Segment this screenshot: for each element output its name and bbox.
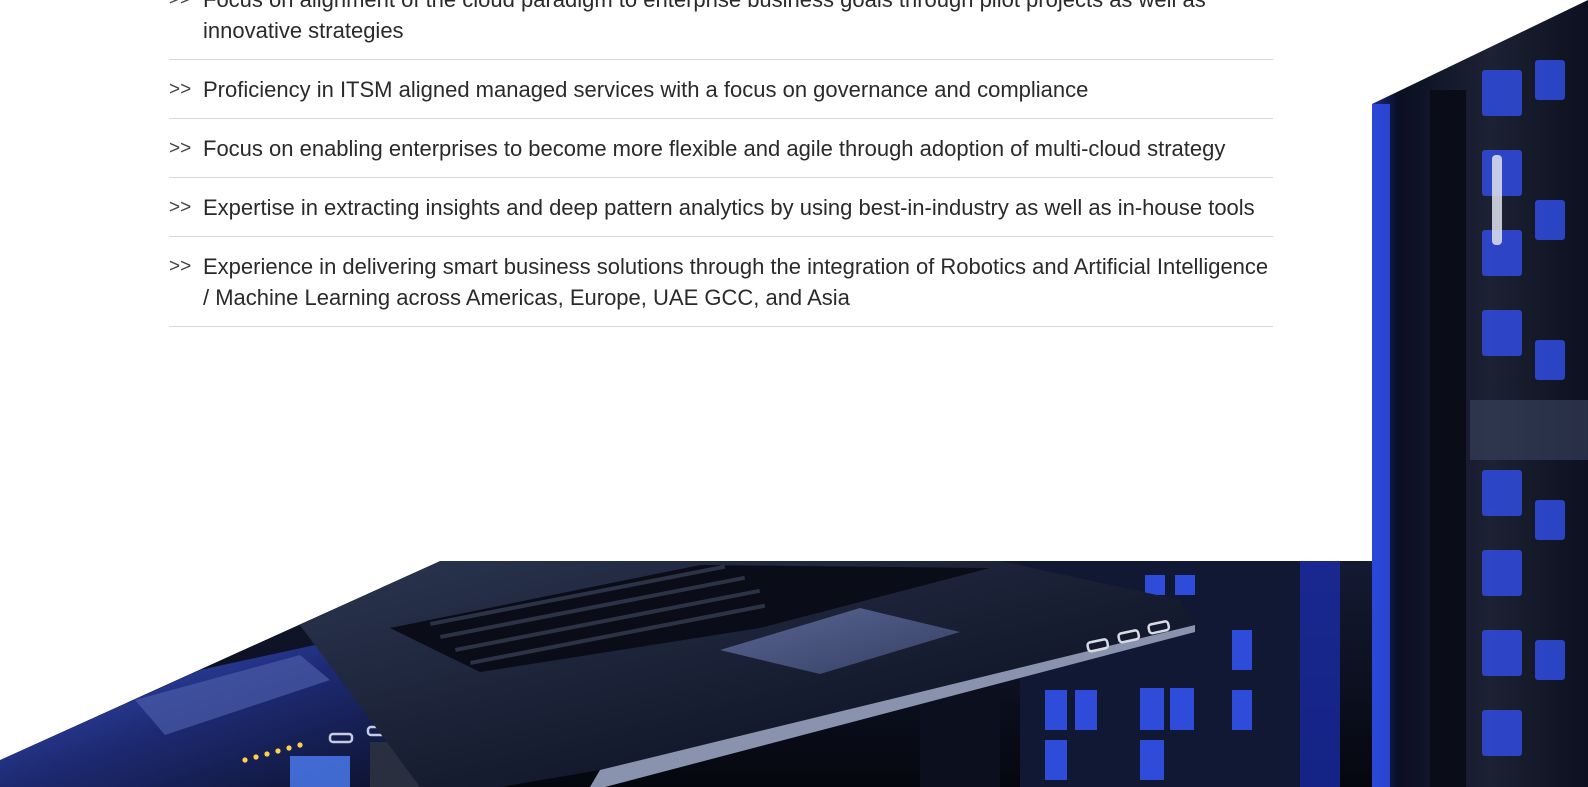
list-item: >> Expertise in extracting insights and … [169, 178, 1273, 237]
arrow-bullet-icon: >> [169, 256, 192, 277]
list-item-text: Focus on alignment of the cloud paradigm… [203, 0, 1206, 43]
list-item-text: Proficiency in ITSM aligned managed serv… [203, 77, 1089, 102]
list-item: >> Proficiency in ITSM aligned managed s… [169, 60, 1273, 119]
list-item: >> Focus on enabling enterprises to beco… [169, 119, 1273, 178]
feature-list: >> Focus on alignment of the cloud parad… [169, 0, 1273, 327]
arrow-bullet-icon: >> [169, 197, 192, 218]
arrow-bullet-icon: >> [169, 138, 192, 159]
list-item: >> Experience in delivering smart busine… [169, 237, 1273, 327]
list-item-text: Expertise in extracting insights and dee… [203, 195, 1255, 220]
arrow-bullet-icon: >> [169, 0, 203, 15]
list-item-text: Focus on enabling enterprises to become … [203, 136, 1226, 161]
arrow-bullet-icon: >> [169, 79, 192, 100]
list-item: >> Focus on alignment of the cloud parad… [169, 0, 1273, 60]
list-item-text: Experience in delivering smart business … [203, 254, 1269, 310]
